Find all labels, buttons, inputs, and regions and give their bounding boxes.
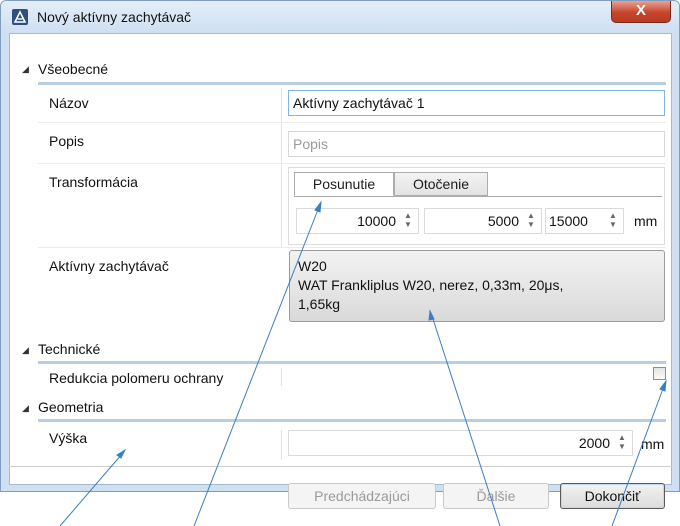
section-geometry-label: Geometria [38, 399, 104, 415]
collapse-icon[interactable]: ◢ [22, 64, 29, 75]
finish-button[interactable]: Dokončiť [560, 483, 665, 509]
translate-x-stepper[interactable]: 10000 ▲ ▼ [296, 208, 419, 234]
height-stepper[interactable]: 2000 ▲ ▼ [288, 430, 633, 456]
description-field[interactable]: Popis [288, 131, 665, 157]
collapse-icon[interactable]: ◢ [22, 345, 29, 356]
footer-divider [9, 466, 672, 467]
spin-arrows-icon[interactable]: ▲ ▼ [402, 211, 414, 231]
close-icon: X [635, 2, 646, 19]
radius-reduction-checkbox[interactable] [653, 367, 666, 380]
tab-translation[interactable]: Posunutie [294, 172, 394, 196]
description-label: Popis [49, 133, 85, 149]
radius-reduction-label: Redukcia polomeru ochrany [49, 370, 224, 386]
spin-arrows-icon[interactable]: ▲ ▼ [616, 433, 628, 453]
device-selector-button[interactable]: W20 WAT Frankliplus W20, nerez, 0,33m, 2… [289, 250, 665, 322]
section-divider [38, 419, 666, 422]
height-unit: mm [641, 436, 665, 452]
window-title: Nový aktívny zachytávač [37, 9, 192, 25]
section-divider [38, 82, 666, 85]
translate-y-stepper[interactable]: 5000 ▲ ▼ [424, 208, 542, 234]
close-button[interactable]: X [611, 1, 671, 23]
name-label: Názov [49, 95, 89, 111]
name-field[interactable]: Aktívny zachytávač 1 [288, 90, 665, 116]
translate-unit: mm [634, 213, 658, 229]
row-divider [38, 163, 666, 164]
row-divider [38, 122, 666, 123]
tab-strip-line [294, 196, 662, 197]
previous-button[interactable]: Predchádzajúci [288, 483, 436, 509]
height-label: Výška [49, 430, 88, 446]
tab-rotation[interactable]: Otočenie [394, 172, 488, 196]
section-general-label: Všeobecné [38, 61, 109, 77]
spin-arrows-icon[interactable]: ▲ ▼ [525, 211, 537, 231]
device-code: W20 [298, 258, 327, 274]
column-divider [281, 88, 282, 248]
section-technical-label: Technické [38, 341, 101, 357]
device-label: Aktívny zachytávač [49, 258, 169, 274]
spin-arrows-icon[interactable]: ▲ ▼ [607, 211, 619, 231]
app-logo-icon [12, 9, 28, 25]
transform-label: Transformácia [49, 174, 138, 190]
device-description: WAT Frankliplus W20, nerez, 0,33m, 20μs, [298, 277, 564, 293]
translate-z-stepper[interactable]: 15000 ▲ ▼ [545, 208, 624, 234]
translate-z-value: 15000 [549, 213, 588, 229]
section-divider [38, 361, 666, 364]
column-divider [281, 368, 282, 386]
row-divider [38, 247, 666, 248]
device-weight: 1,65kg [298, 296, 341, 312]
collapse-icon[interactable]: ◢ [22, 403, 29, 414]
translate-y-value: 5000 [487, 213, 519, 229]
column-divider [281, 430, 282, 460]
next-button[interactable]: Ďalšie [443, 483, 549, 509]
translate-x-value: 10000 [357, 213, 396, 229]
height-value: 2000 [578, 435, 610, 451]
